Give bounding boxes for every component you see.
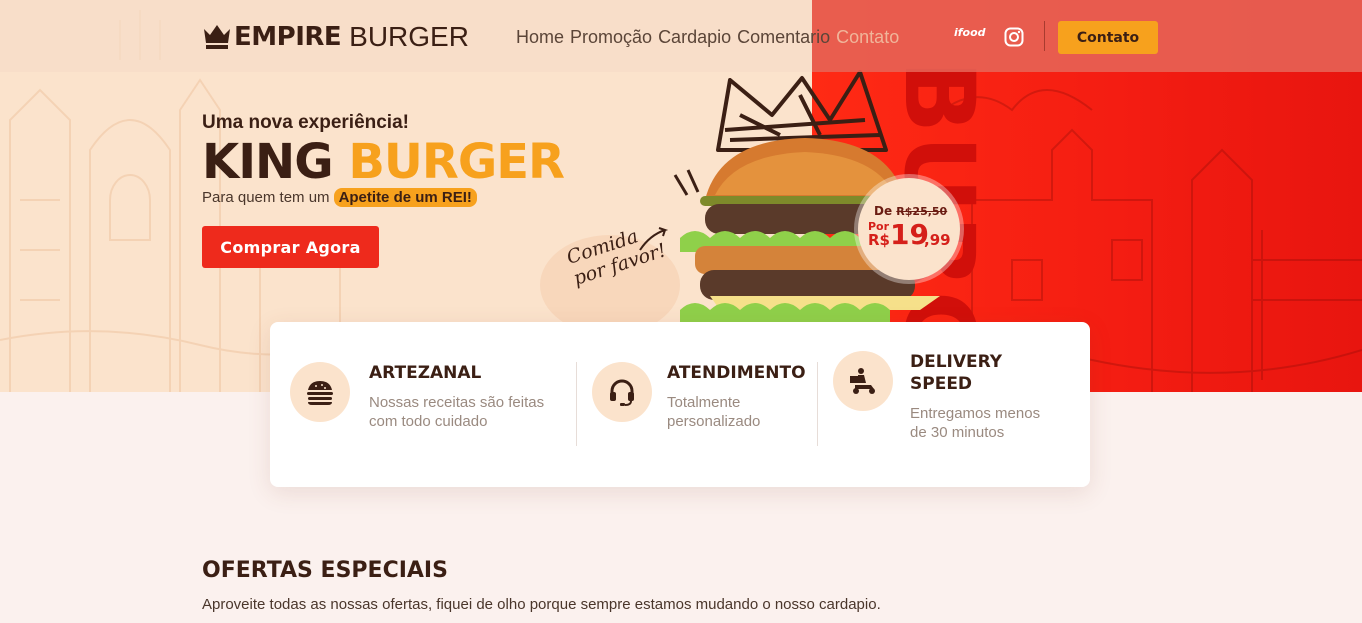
feature-text: Totalmente personalizado <box>667 393 760 431</box>
hero-tagline: Uma nova experiência! <box>202 112 409 133</box>
old-price-value: R$25,50 <box>896 205 948 218</box>
feature-text-line-2: personalizado <box>667 413 761 430</box>
hero-title-burger: BURGER <box>348 134 565 190</box>
feature-text-line-1: Entregamos menos <box>910 405 1041 422</box>
instagram-icon[interactable] <box>1004 27 1024 47</box>
feature-artezanal: ARTEZANAL Nossas receitas são feitas com… <box>290 322 580 487</box>
feature-text-line-2: de 30 minutos <box>910 424 1005 441</box>
headset-icon <box>610 379 634 406</box>
feature-atendimento: ATENDIMENTO Totalmente personalizado <box>592 322 822 487</box>
header-divider <box>1044 21 1045 51</box>
feature-icon-circle <box>833 351 893 411</box>
feature-title: ATENDIMENTO <box>667 363 806 383</box>
hero-title: KING BURGER <box>202 134 565 190</box>
feature-text-line-2: com todo cuidado <box>369 413 488 430</box>
feature-title-line-1: DELIVERY <box>910 352 1003 372</box>
brand-name-light: BURGER <box>349 21 469 52</box>
burger-icon <box>307 381 333 405</box>
new-price-cents: ,99 <box>924 231 951 249</box>
feature-icon-circle <box>290 362 350 422</box>
feature-title: DELIVERY SPEED <box>910 351 1002 395</box>
brand-name-strong: EMPIRE <box>234 22 342 52</box>
feature-delivery: DELIVERY SPEED Entregamos menos de 30 mi… <box>833 322 1073 487</box>
hero-title-king: KING <box>202 134 334 190</box>
old-price-label: De <box>874 204 893 218</box>
nav-promocao[interactable]: Promoção <box>570 27 652 48</box>
currency-label: R$ <box>868 231 890 249</box>
feature-text-line-1: Totalmente <box>667 394 741 411</box>
delivery-icon <box>850 368 875 394</box>
offers-subtitle: Aproveite todas as nossas ofertas, fique… <box>202 596 881 613</box>
main-nav: Home Promoção Cardapio Comentario Contat… <box>516 27 899 48</box>
ifood-icon[interactable]: ifood <box>954 26 986 44</box>
feature-title: ARTEZANAL <box>369 363 482 383</box>
subline-highlight: Apetite de um REI! <box>333 188 477 207</box>
nav-home[interactable]: Home <box>516 27 564 48</box>
nav-contato[interactable]: Contato <box>836 27 899 48</box>
feature-icon-circle <box>592 362 652 422</box>
feature-divider <box>817 362 818 446</box>
hero-subline: Para quem tem um Apetite de um REI! <box>202 188 477 207</box>
crown-icon <box>204 25 230 49</box>
buy-now-button[interactable]: Comprar Agora <box>202 226 379 268</box>
feature-title-line-2: SPEED <box>910 374 973 394</box>
subline-text: Para quem tem um <box>202 189 330 206</box>
offers-title: OFERTAS ESPECIAIS <box>202 558 448 583</box>
feature-text: Nossas receitas são feitas com todo cuid… <box>369 393 544 431</box>
nav-comentario[interactable]: Comentario <box>737 27 830 48</box>
contact-button[interactable]: Contato <box>1058 21 1158 54</box>
features-card: ARTEZANAL Nossas receitas são feitas com… <box>270 322 1090 487</box>
feature-divider <box>576 362 577 446</box>
brand-logo[interactable]: EMPIRE BURGER <box>202 20 469 54</box>
feature-text: Entregamos menos de 30 minutos <box>910 404 1040 442</box>
old-price: De R$25,50 <box>874 204 947 218</box>
nav-cardapio[interactable]: Cardapio <box>658 27 731 48</box>
feature-text-line-1: Nossas receitas são feitas <box>369 394 545 411</box>
